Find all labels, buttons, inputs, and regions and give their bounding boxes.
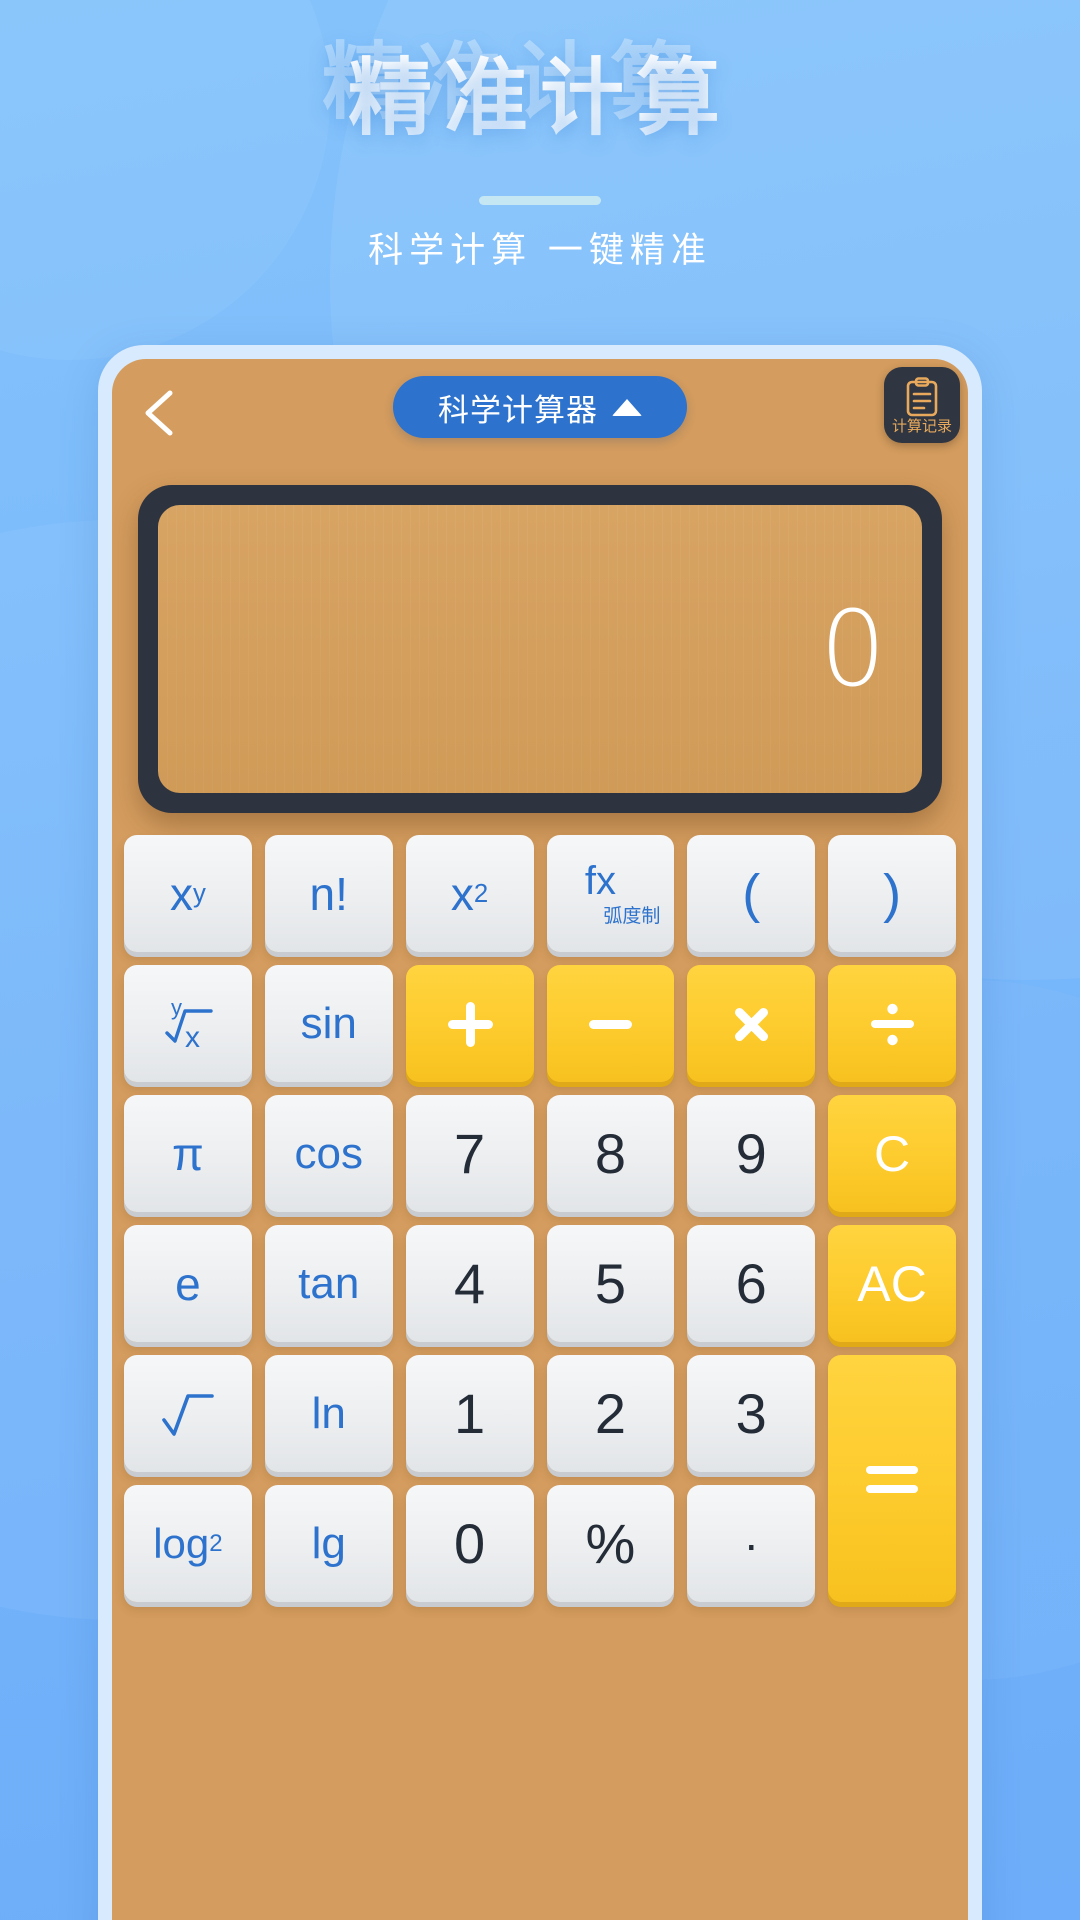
divide-icon [871, 1003, 915, 1045]
chevron-left-icon [145, 390, 173, 436]
key-multiply[interactable] [687, 965, 816, 1082]
promo-headline: 精准计算 精准计算 [0, 40, 1080, 206]
key-ln[interactable]: ln [264, 1355, 393, 1472]
calculator-mode-selector[interactable]: 科学计算器 [393, 376, 687, 438]
key-percent[interactable]: % [546, 1485, 675, 1602]
key-label: 1 [454, 1382, 486, 1445]
key-minus[interactable] [546, 965, 675, 1082]
key-label: AC [857, 1255, 927, 1312]
key-label: 3 [735, 1382, 767, 1445]
key-seven[interactable]: 7 [405, 1095, 534, 1212]
svg-text:y: y [171, 995, 182, 1020]
clipboard-icon [906, 376, 938, 416]
key-label: 2 [594, 1382, 626, 1445]
key-pi[interactable]: π [124, 1095, 252, 1212]
key-one[interactable]: 1 [405, 1355, 534, 1472]
key-label: tan [298, 1258, 360, 1308]
key-label: x [169, 867, 193, 920]
key-sublabel: 弧度制 [603, 906, 661, 927]
calculator-keypad: x y n! x 2 fx 弧度制() y x sin π cos 7 8 9 Ce tan 4 5 6 AC ln 1 2 3… [124, 835, 956, 1602]
key-label: cos [294, 1128, 363, 1178]
key-divide[interactable] [828, 965, 956, 1082]
key-label: 7 [454, 1122, 486, 1185]
key-label: 0 [454, 1512, 486, 1575]
key-label: ln [311, 1388, 346, 1438]
equals-icon [866, 1465, 919, 1493]
key-x-pow-y[interactable]: xy [124, 835, 252, 952]
key-two[interactable]: 2 [546, 1355, 675, 1472]
key-label: lg [311, 1518, 346, 1568]
caret-up-icon [612, 398, 642, 416]
key-equals[interactable] [828, 1355, 956, 1602]
key-label: 4 [454, 1252, 486, 1315]
key-nth-root[interactable]: yx [124, 965, 252, 1082]
plus-icon [447, 1001, 493, 1047]
key-label: ( [742, 863, 761, 924]
svg-text:x: x [185, 1021, 200, 1054]
display-bezel: 0 [138, 485, 942, 813]
back-button[interactable] [138, 387, 182, 439]
key-label: x [450, 867, 474, 920]
key-label: e [175, 1257, 201, 1310]
calculation-record-button[interactable]: 计算记录 [884, 367, 960, 443]
key-factorial[interactable]: n! [264, 835, 393, 952]
key-four[interactable]: 4 [405, 1225, 534, 1342]
key-decimal-point[interactable]: · [687, 1485, 816, 1602]
key-label: n! [309, 867, 348, 920]
promo-subtitle: 科学计算 一键精准 [368, 231, 712, 270]
key-label: C [874, 1125, 911, 1182]
key-fx-rad[interactable]: fx 弧度制 [546, 835, 675, 952]
headline-underline [479, 196, 601, 205]
key-label: 8 [594, 1122, 626, 1185]
calculation-record-label: 计算记录 [891, 417, 952, 435]
promo-screen: 精准计算 精准计算 科学计算 一键精准 科学计算器 [0, 0, 1080, 1920]
key-tan[interactable]: tan [264, 1225, 393, 1342]
key-label: fx [584, 859, 616, 903]
key-nine[interactable]: 9 [687, 1095, 816, 1212]
key-all-clear[interactable]: AC [828, 1225, 956, 1342]
key-sqrt[interactable] [124, 1355, 252, 1472]
calculator-app: 科学计算器 计算记录 0 x y n! x 2 fx 弧度制 () y x s… [112, 359, 968, 1920]
key-label: · [743, 1517, 759, 1570]
key-log-base-2[interactable]: log 2 [124, 1485, 252, 1602]
key-lg[interactable]: lg [264, 1485, 393, 1602]
key-clear-entry[interactable]: C [828, 1095, 956, 1212]
square-root-icon [162, 1393, 214, 1436]
key-label: 9 [735, 1122, 767, 1185]
key-six[interactable]: 6 [687, 1225, 816, 1342]
key-label: π [172, 1127, 204, 1180]
key-label: sin [300, 998, 357, 1048]
calculator-mode-label: 科学计算器 [438, 392, 598, 428]
key-x-squared[interactable]: x2 [405, 835, 534, 952]
key-euler-e[interactable]: e [124, 1225, 252, 1342]
display-value: 0 [819, 588, 886, 710]
key-label: log [153, 1519, 210, 1567]
promo-headline-text: 精准计算 [347, 51, 732, 145]
key-label: % [585, 1512, 636, 1575]
nth-root-icon: yx [165, 995, 213, 1054]
key-cos[interactable]: cos [264, 1095, 393, 1212]
key-paren-close[interactable]: ) [828, 835, 956, 952]
key-zero[interactable]: 0 [405, 1485, 534, 1602]
key-label: ) [883, 863, 902, 924]
key-sin[interactable]: sin [264, 965, 393, 1082]
app-header: 科学计算器 计算记录 [112, 359, 968, 469]
key-three[interactable]: 3 [687, 1355, 816, 1472]
minus-icon [589, 1019, 633, 1029]
multiply-icon [735, 1007, 769, 1041]
key-plus[interactable] [405, 965, 534, 1082]
key-label: 6 [735, 1252, 767, 1315]
key-five[interactable]: 5 [546, 1225, 675, 1342]
key-eight[interactable]: 8 [546, 1095, 675, 1212]
key-label: 5 [594, 1252, 626, 1315]
key-paren-open[interactable]: ( [687, 835, 816, 952]
calculator-display: 0 [158, 505, 922, 793]
phone-mockup: 科学计算器 计算记录 0 x y n! x 2 fx 弧度制 () y x s… [98, 345, 982, 1920]
